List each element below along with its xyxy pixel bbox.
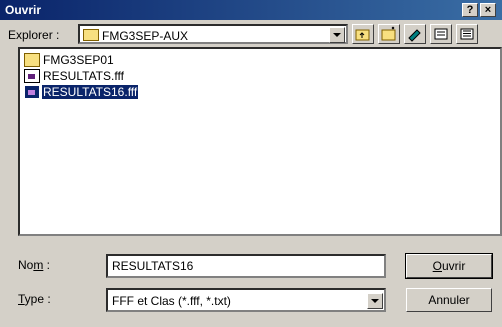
file-name: RESULTATS16.fff <box>42 85 139 99</box>
file-icon <box>24 85 40 99</box>
help-button[interactable]: ? <box>462 3 478 17</box>
explorer-label: Explorer : <box>8 28 60 42</box>
folder-icon <box>24 53 40 67</box>
cancel-button[interactable]: Annuler <box>406 288 492 312</box>
desktop-icon <box>408 29 421 42</box>
close-button[interactable]: × <box>480 3 496 17</box>
new-folder-button[interactable] <box>378 24 400 44</box>
open-button[interactable]: Ouvrir <box>405 253 493 279</box>
open-file-dialog: Ouvrir ? × Explorer : FMG3SEP-AUX FMG3SE… <box>0 0 502 327</box>
window-title: Ouvrir <box>5 3 42 17</box>
file-name-input[interactable]: RESULTATS16 <box>106 254 386 278</box>
up-folder-icon <box>355 29 370 41</box>
file-name: FMG3SEP01 <box>43 53 114 67</box>
list-view-button[interactable] <box>430 24 452 44</box>
list-view-icon <box>434 28 448 40</box>
details-view-button[interactable] <box>456 24 478 44</box>
file-name: RESULTATS.fff <box>43 69 124 83</box>
folder-combo[interactable]: FMG3SEP-AUX <box>78 24 348 44</box>
chevron-down-icon[interactable] <box>329 27 345 43</box>
desktop-button[interactable] <box>404 24 426 44</box>
name-label: Nom : <box>18 258 51 272</box>
current-folder: FMG3SEP-AUX <box>102 29 189 43</box>
file-type-select[interactable]: FFF et Clas (*.fff, *.txt) <box>106 288 386 312</box>
file-name-value: RESULTATS16 <box>112 259 194 273</box>
file-list[interactable]: FMG3SEP01 RESULTATS.fff RESULTATS16.fff <box>18 47 502 236</box>
details-view-icon <box>460 28 474 40</box>
new-folder-icon <box>381 26 396 41</box>
file-icon <box>24 69 40 83</box>
title-bar[interactable]: Ouvrir ? × <box>0 0 502 20</box>
file-type-value: FFF et Clas (*.fff, *.txt) <box>112 294 231 308</box>
folder-icon <box>83 29 99 41</box>
type-label: Type : <box>18 292 51 306</box>
up-folder-button[interactable] <box>352 24 374 44</box>
chevron-down-icon[interactable] <box>367 293 383 309</box>
